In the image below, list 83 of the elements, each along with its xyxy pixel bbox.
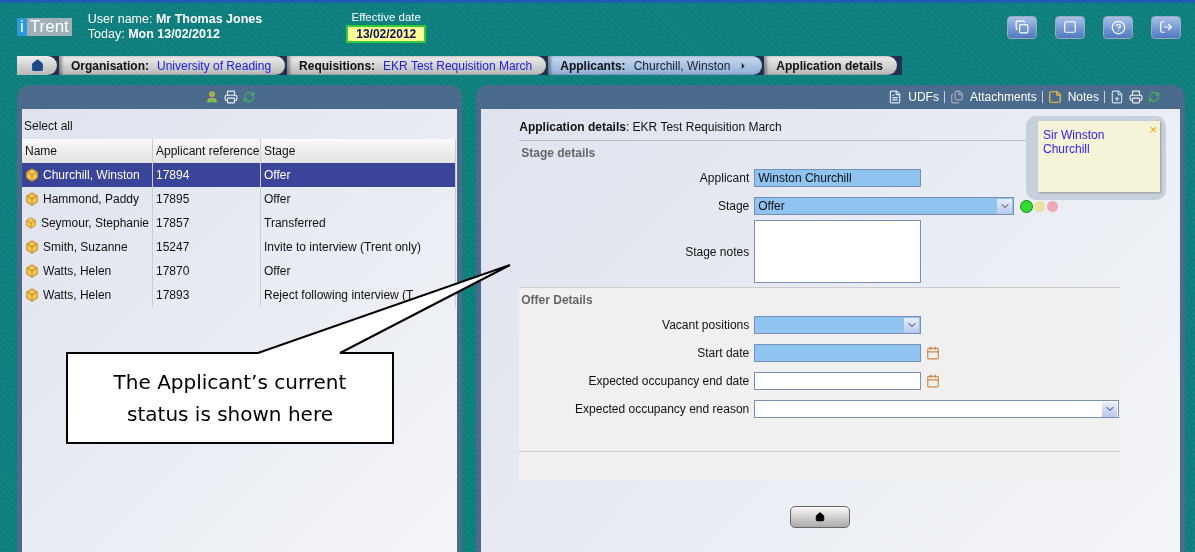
section-heading: Stage details	[520, 145, 597, 162]
section-heading: Offer Details	[520, 292, 594, 309]
effective-date-label: Effective date	[351, 11, 421, 23]
refresh-icon[interactable]	[242, 91, 255, 103]
table-cell[interactable]: 17870	[153, 259, 261, 283]
field-label: Expected occupancy end reason	[574, 402, 750, 416]
toolbar-link[interactable]: Notes	[1047, 90, 1099, 104]
note-icon[interactable]	[1047, 90, 1062, 104]
exit-icon[interactable]	[1159, 20, 1173, 34]
breadcrumb-label: Requisitions:	[299, 58, 376, 73]
help-button[interactable]	[1103, 15, 1133, 39]
select-all-link[interactable]: Select all	[22, 109, 458, 139]
print-icon[interactable]	[223, 90, 238, 104]
breadcrumb-label: Applicants:	[560, 58, 626, 73]
window-icon[interactable]	[1063, 20, 1077, 34]
breadcrumb-link[interactable]: Churchill, Winston	[633, 58, 731, 73]
field-label: Stage	[716, 199, 750, 213]
table-cell[interactable]: 17893	[153, 283, 261, 307]
table-cell[interactable]: Watts, Helen	[22, 283, 153, 307]
refresh-icon[interactable]	[1148, 91, 1160, 103]
text-field[interactable]: Winston Churchill	[754, 169, 922, 187]
field-label: Applicant	[698, 171, 750, 185]
home-icon[interactable]	[30, 59, 44, 72]
toolbar-link[interactable]: UDFs	[888, 90, 939, 104]
table-cell[interactable]: Transferred	[261, 211, 456, 235]
calendar-icon[interactable]	[926, 346, 941, 360]
windows-icon[interactable]	[1015, 20, 1029, 34]
column-header[interactable]: Name	[22, 139, 153, 163]
files-icon[interactable]	[949, 90, 964, 104]
table-cell[interactable]: Offer	[261, 187, 456, 211]
table-cell[interactable]: Hammond, Paddy	[22, 187, 153, 211]
box-icon	[25, 216, 37, 230]
dropdown-field[interactable]	[754, 400, 1120, 418]
document-icon[interactable]	[888, 90, 903, 104]
field-label: Vacant positions	[661, 318, 750, 332]
box-icon	[25, 264, 39, 278]
home-icon[interactable]	[814, 512, 825, 522]
calendar-icon[interactable]	[926, 374, 941, 388]
effective-date-field[interactable]: 13/02/2012	[346, 25, 427, 43]
table-cell[interactable]: Offer	[261, 163, 456, 187]
breadcrumb-label: Organisation:	[71, 58, 149, 73]
person-icon[interactable]	[204, 90, 219, 104]
home-button[interactable]	[789, 506, 850, 528]
field-label: Stage notes	[684, 244, 750, 259]
callout-text: The Applicant’s current status is shown here	[112, 369, 348, 428]
box-icon	[25, 192, 39, 206]
table-cell[interactable]: Invite to interview (Trent only)	[261, 235, 456, 259]
window-button[interactable]	[1055, 15, 1085, 39]
breadcrumb-current: Application details	[764, 56, 897, 75]
home-button[interactable]	[17, 56, 57, 75]
column-header[interactable]: Stage	[261, 139, 456, 163]
table-cell[interactable]: 17857	[153, 211, 261, 235]
logout-button[interactable]	[1151, 15, 1181, 39]
date-field[interactable]	[754, 344, 922, 362]
column-header[interactable]: Applicant reference	[153, 139, 261, 163]
table-cell[interactable]: 17895	[153, 187, 261, 211]
today-date: Today: Mon 13/02/2012	[87, 27, 221, 42]
help-icon[interactable]	[1110, 19, 1126, 35]
box-icon	[25, 168, 39, 182]
add-document-icon[interactable]	[1110, 90, 1124, 104]
itrent-logo: i Trent	[17, 18, 72, 36]
box-icon	[25, 288, 39, 302]
breadcrumb-link[interactable]: EKR Test Requisition March	[383, 58, 533, 73]
date-field[interactable]	[754, 372, 922, 390]
toolbar-link[interactable]: Attachments	[949, 90, 1037, 104]
status-light[interactable]	[1021, 200, 1033, 212]
print-icon[interactable]	[1129, 90, 1143, 104]
table-cell[interactable]: Churchill, Winston	[22, 163, 153, 187]
dropdown-field[interactable]: Offer	[754, 197, 1015, 215]
dropdown-field[interactable]	[754, 316, 922, 334]
table-cell[interactable]: 17894	[153, 163, 261, 187]
windows-button[interactable]	[1007, 15, 1037, 39]
table-cell[interactable]: Seymour, Stephanie	[22, 211, 153, 235]
field-label: Start date	[696, 346, 750, 360]
table-cell[interactable]: Watts, Helen	[22, 259, 153, 283]
breadcrumb-link[interactable]: University of Reading	[157, 58, 272, 73]
table-cell[interactable]: Smith, Suzanne	[22, 235, 153, 259]
notes-field[interactable]	[754, 220, 922, 283]
field-label: Expected occupancy end date	[587, 374, 750, 388]
user-name: User name: Mr Thomas Jones	[87, 12, 263, 27]
status-light[interactable]	[1047, 200, 1059, 212]
table-cell[interactable]: 15247	[153, 235, 261, 259]
box-icon	[25, 240, 39, 254]
